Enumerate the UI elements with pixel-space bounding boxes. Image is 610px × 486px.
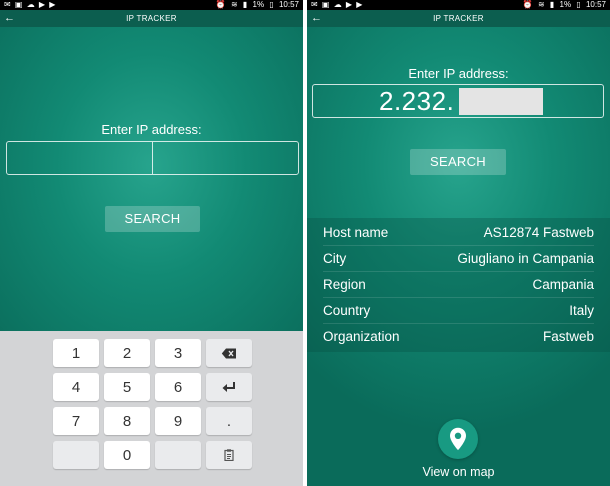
result-value: Italy xyxy=(569,303,594,318)
alarm-icon: ⏰ xyxy=(522,0,533,9)
app-title: IP TRACKER xyxy=(433,14,484,23)
ip-prompt-label: Enter IP address: xyxy=(408,66,509,81)
result-row-host-name: Host name AS12874 Fastweb xyxy=(323,220,594,246)
app-bar: ← IP TRACKER xyxy=(0,10,303,27)
result-label: Country xyxy=(323,303,371,318)
app-bar: ← IP TRACKER xyxy=(307,10,610,27)
back-arrow-icon[interactable]: ← xyxy=(311,10,322,26)
key-5[interactable]: 5 xyxy=(104,373,150,401)
status-bar: ✉ ▣ ☁ ▶ ▶ ⏰ ≋ ▮ 1% ▯ 10:57 xyxy=(0,0,303,10)
signal-icon: ▮ xyxy=(242,0,248,9)
back-arrow-icon[interactable]: ← xyxy=(4,10,15,26)
result-label: Host name xyxy=(323,225,389,240)
result-value: Giugliano in Campania xyxy=(457,251,594,266)
key-period[interactable]: . xyxy=(206,407,252,435)
backspace-icon xyxy=(221,348,236,358)
clock: 10:57 xyxy=(585,0,606,9)
phone-screen-left: ✉ ▣ ☁ ▶ ▶ ⏰ ≋ ▮ 1% ▯ 10:57 ← IP TRACKER … xyxy=(0,0,303,486)
search-button[interactable]: SEARCH xyxy=(105,206,200,232)
numeric-keyboard: 1 2 3 4 5 6 7 8 9 . 0 xyxy=(0,331,303,486)
enter-icon xyxy=(222,382,235,392)
battery-percent: 1% xyxy=(559,0,572,9)
ip-prompt-label: Enter IP address: xyxy=(101,122,202,137)
result-value: AS12874 Fastweb xyxy=(483,225,594,240)
ip-value: 2.232. xyxy=(379,86,455,116)
ip-address-input[interactable]: 2.232. xyxy=(312,84,604,118)
key-2[interactable]: 2 xyxy=(104,339,150,367)
key-4[interactable]: 4 xyxy=(53,373,99,401)
alarm-icon: ⏰ xyxy=(215,0,226,9)
view-on-map-label[interactable]: View on map xyxy=(307,465,610,479)
result-value: Campania xyxy=(532,277,594,292)
blank-key-right[interactable] xyxy=(155,441,201,469)
status-indicators: ⏰ ≋ ▮ 1% ▯ 10:57 xyxy=(520,0,606,10)
key-1[interactable]: 1 xyxy=(53,339,99,367)
battery-icon: ▯ xyxy=(576,0,581,9)
result-row-city: City Giugliano in Campania xyxy=(323,246,594,272)
key-8[interactable]: 8 xyxy=(104,407,150,435)
view-on-map-button[interactable] xyxy=(438,419,478,459)
input-divider xyxy=(152,142,153,174)
search-button[interactable]: SEARCH xyxy=(410,149,506,175)
clock: 10:57 xyxy=(278,0,299,9)
signal-icon: ▮ xyxy=(549,0,555,9)
ip-address-input[interactable] xyxy=(6,141,299,175)
redacted-ip-block xyxy=(459,88,543,115)
key-6[interactable]: 6 xyxy=(155,373,201,401)
result-label: Region xyxy=(323,277,366,292)
result-row-region: Region Campania xyxy=(323,272,594,298)
result-label: City xyxy=(323,251,347,266)
map-pin-icon xyxy=(450,427,466,451)
key-3[interactable]: 3 xyxy=(155,339,201,367)
notification-icons: ✉ ▣ ☁ ▶ ▶ xyxy=(311,0,364,9)
backspace-key[interactable] xyxy=(206,339,252,367)
battery-icon: ▯ xyxy=(269,0,274,9)
battery-percent: 1% xyxy=(252,0,265,9)
result-row-organization: Organization Fastweb xyxy=(323,324,594,350)
wifi-icon: ≋ xyxy=(230,0,238,9)
wifi-icon: ≋ xyxy=(537,0,545,9)
status-bar: ✉ ▣ ☁ ▶ ▶ ⏰ ≋ ▮ 1% ▯ 10:57 xyxy=(307,0,610,10)
clipboard-icon xyxy=(224,449,234,461)
clipboard-key[interactable] xyxy=(206,441,252,469)
notification-icons: ✉ ▣ ☁ ▶ ▶ xyxy=(4,0,57,9)
key-0[interactable]: 0 xyxy=(104,441,150,469)
key-9[interactable]: 9 xyxy=(155,407,201,435)
result-value: Fastweb xyxy=(542,329,594,344)
result-row-country: Country Italy xyxy=(323,298,594,324)
phone-screen-right: ✉ ▣ ☁ ▶ ▶ ⏰ ≋ ▮ 1% ▯ 10:57 ← IP TRACKER … xyxy=(307,0,610,486)
status-indicators: ⏰ ≋ ▮ 1% ▯ 10:57 xyxy=(213,0,299,10)
result-label: Organization xyxy=(323,329,400,344)
key-7[interactable]: 7 xyxy=(53,407,99,435)
blank-key-left[interactable] xyxy=(53,441,99,469)
enter-key[interactable] xyxy=(206,373,252,401)
app-title: IP TRACKER xyxy=(126,14,177,23)
